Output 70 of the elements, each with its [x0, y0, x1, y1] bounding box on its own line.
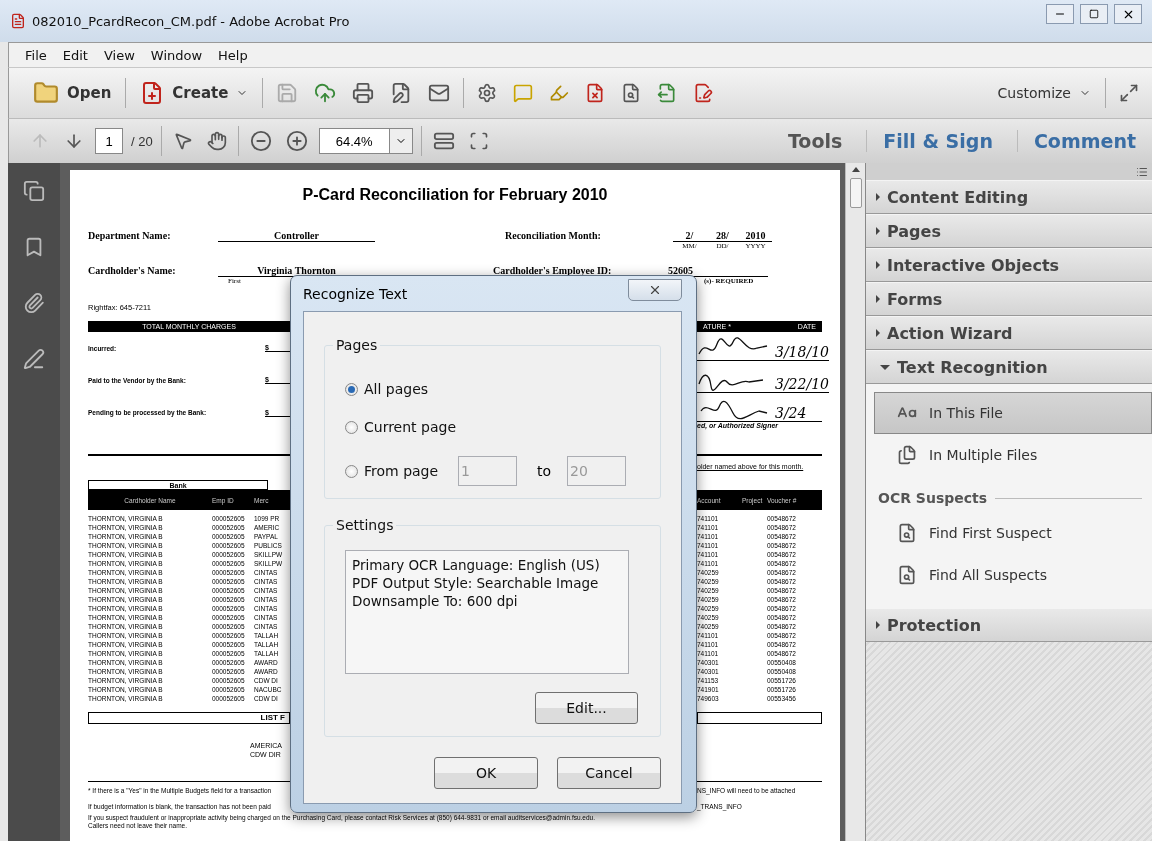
minimize-button[interactable] [1046, 4, 1074, 24]
menu-item[interactable]: View [97, 45, 141, 65]
panel-section[interactable]: Forms [866, 282, 1152, 316]
page-count: / 20 [131, 133, 153, 149]
menu-item[interactable]: Edit [56, 45, 94, 65]
panel-section[interactable]: Pages [866, 214, 1152, 248]
field-value: 2/ [673, 230, 706, 242]
page-number-field[interactable]: 1 [95, 128, 123, 154]
field-label: Department Name: [88, 230, 172, 241]
radio-label: From page [364, 463, 440, 479]
group-heading: OCR Suspects [878, 490, 988, 506]
field-value: 2010 [739, 230, 772, 242]
zoom-dropdown-button[interactable] [388, 128, 413, 154]
pane-tab[interactable]: Tools [771, 130, 859, 152]
panel-item[interactable]: In Multiple Files [874, 434, 1152, 476]
zoom-field[interactable]: 64.4% [318, 128, 389, 154]
setting-text: PDF Output Style: Searchable Image [352, 575, 600, 591]
files-icon [897, 445, 917, 465]
setting-text: Downsample To: 600 dpi [352, 593, 519, 609]
panel-section[interactable]: Content Editing [866, 180, 1152, 214]
signature-drawing [700, 400, 768, 420]
handwritten-date: 3/22/10 [775, 376, 829, 392]
dialog-title: Recognize Text [303, 285, 408, 302]
panel-section[interactable]: Action Wizard [866, 316, 1152, 350]
panel-item[interactable]: In This File [874, 392, 1152, 434]
ok-button[interactable]: OK [434, 757, 538, 789]
pane-tab[interactable]: Comment [1016, 130, 1152, 152]
pane-tab[interactable]: Fill & Sign [866, 130, 1009, 152]
radio-label: All pages [364, 381, 429, 397]
panel-section[interactable]: Interactive Objects [866, 248, 1152, 282]
group-label: Pages [333, 337, 381, 353]
menu-item[interactable]: Window [144, 45, 209, 65]
handwritten-date: 3/24 [775, 405, 807, 421]
pdf-file-icon [10, 13, 26, 29]
create-button[interactable]: Create [136, 77, 253, 109]
signature-drawing [698, 337, 768, 355]
folder-icon [33, 80, 59, 106]
radio-button[interactable] [345, 382, 358, 396]
maximize-button[interactable] [1080, 4, 1108, 24]
panel-item[interactable]: Find All Suspects [874, 554, 1152, 596]
list-icon[interactable] [1136, 165, 1148, 178]
group-label: Settings [333, 517, 397, 533]
field-label: Cardholder's Employee ID: [493, 265, 613, 276]
open-button[interactable]: Open [29, 76, 116, 110]
handwritten-date: 3/18/10 [775, 344, 829, 360]
file-search-icon [897, 523, 917, 543]
radio-button[interactable] [345, 464, 358, 478]
cancel-button[interactable]: Cancel [557, 757, 661, 789]
field-value: Controller [218, 230, 375, 242]
field-label: Reconciliation Month: [505, 230, 602, 241]
field-label: to [537, 463, 552, 479]
radio-button[interactable] [345, 420, 358, 434]
document-title: P-Card Reconciliation for February 2010 [301, 186, 609, 205]
panel-section[interactable]: Text Recognition [866, 350, 1152, 384]
maximize-icon [1089, 9, 1099, 19]
panel-item[interactable]: Find First Suspect [874, 512, 1152, 554]
signature-drawing [698, 374, 764, 391]
setting-text: Primary OCR Language: English (US) [352, 557, 601, 573]
field-value: 28/ [706, 230, 739, 242]
close-button[interactable] [1114, 4, 1142, 24]
list-header: LIST F [88, 712, 290, 724]
file-search-icon [897, 565, 917, 585]
customize-button[interactable]: Customize [993, 81, 1095, 105]
field-label: Cardholder's Name: [88, 265, 177, 276]
edit-button[interactable]: Edit... [535, 692, 638, 724]
radio-label: Current page [364, 419, 456, 435]
menu-item[interactable]: File [19, 45, 53, 65]
window-title: 082010_PcardRecon_CM.pdf - Adobe Acrobat Pro [32, 13, 351, 29]
menu-item[interactable]: Help [212, 45, 254, 65]
panel-section[interactable]: Protection [866, 608, 1152, 642]
